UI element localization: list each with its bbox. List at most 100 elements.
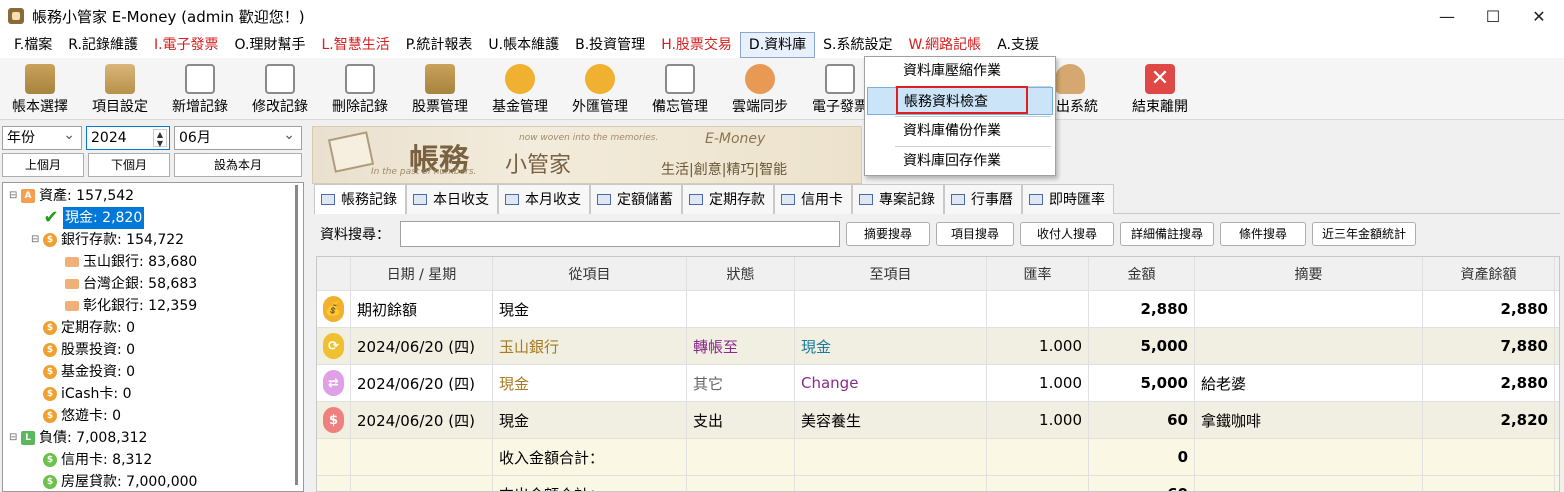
table-row[interactable]: ⟳ 2024/06/20 (四) 玉山銀行 轉帳至 現金 1.000 5,000 7,880 [317, 328, 1559, 365]
tab-4[interactable]: 定期存款 [682, 184, 774, 214]
tree-node[interactable]: $ 信用卡: 8,312 [31, 449, 152, 471]
toolbar-button-1[interactable]: 項目設定 [80, 60, 160, 118]
tab-8[interactable]: 即時匯率 [1022, 184, 1114, 214]
spinner-arrows-icon[interactable]: ▲ ▼ [153, 129, 167, 148]
table-row[interactable]: $2024/06/20 (四) 現金 支出 美容養生 1.000 60 拿鐵咖啡 2,820 [317, 402, 1559, 439]
tree-node[interactable]: ⊟ A 資產: 157,542 [9, 185, 134, 207]
menu-5[interactable]: P.統計報表 [398, 32, 481, 58]
toolbar-button-5[interactable]: 股票管理 [400, 60, 480, 118]
toolbar-button-2[interactable]: 新增記錄 [160, 60, 240, 118]
tab-0[interactable]: 帳務記錄 [314, 184, 406, 214]
menu-9[interactable]: D.資料庫 [739, 32, 816, 58]
menu-3[interactable]: O.理財幫手 [227, 32, 314, 58]
app-logo-icon [8, 8, 24, 24]
toolbar-button-8[interactable]: 備忘管理 [640, 60, 720, 118]
toolbar-button-3[interactable]: 修改記錄 [240, 60, 320, 118]
toolbar-button-9[interactable]: 雲端同步 [720, 60, 800, 118]
tree-toggle-icon[interactable]: ⊟ [31, 229, 41, 251]
tree-toggle-icon[interactable]: ⊟ [9, 185, 19, 207]
search-label: 資料搜尋： [320, 227, 390, 243]
menu-8[interactable]: H.股票交易 [653, 32, 740, 58]
menu-12[interactable]: A.支援 [989, 32, 1047, 58]
table-row[interactable]: 💰 期初餘額 現金 2,880 2,880 [317, 291, 1559, 328]
tab-3[interactable]: 定額儲蓄 [590, 184, 682, 214]
column-header[interactable]: 從項目 [493, 257, 687, 290]
account-type-icon: ✔ [43, 207, 59, 228]
menu-6[interactable]: U.帳本維護 [480, 32, 567, 58]
tree-node[interactable]: $ 定期存款: 0 [31, 317, 135, 339]
close-window-button[interactable]: ✕ [1516, 0, 1562, 32]
tree-node[interactable]: 台灣企銀: 58,683 [53, 273, 197, 295]
cell-amount: 60 [1089, 476, 1195, 491]
column-header[interactable]: 狀態 [687, 257, 795, 290]
search-button-3[interactable]: 詳細備註搜尋 [1120, 222, 1214, 246]
column-header[interactable]: 資產餘額 [1423, 257, 1555, 290]
search-button-0[interactable]: 摘要搜尋 [846, 222, 930, 246]
period-type-select[interactable]: 年份 [2, 124, 82, 150]
table-row[interactable]: 收入金額合計： 0 [317, 439, 1559, 476]
menu-1[interactable]: R.記錄維護 [60, 32, 146, 58]
menu-item-db-compress[interactable]: 資料庫壓縮作業 [867, 57, 1053, 85]
set-current-month-button[interactable]: 設為本月 [174, 153, 302, 177]
column-header[interactable]: 至項目 [795, 257, 987, 290]
tab-7[interactable]: 行事曆 [944, 184, 1022, 214]
tab-label: 本日收支 [433, 191, 489, 208]
minimize-button[interactable]: — [1424, 0, 1470, 32]
next-month-button[interactable]: 下個月 [88, 153, 170, 177]
tree-node-label: 悠遊卡: 0 [61, 408, 122, 424]
menu-item-db-restore[interactable]: 資料庫回存作業 [867, 147, 1053, 175]
month-select[interactable]: 06月 [174, 124, 302, 150]
tab-2[interactable]: 本月收支 [498, 184, 590, 214]
tree-node[interactable]: $ 房屋貸款: 7,000,000 [31, 471, 197, 491]
year-spinner[interactable]: 2024 ▲ ▼ [86, 126, 170, 150]
tree-node[interactable]: $ 股票投資: 0 [31, 339, 135, 361]
toolbar-button-6[interactable]: 基金管理 [480, 60, 560, 118]
tree-node[interactable]: $ 悠遊卡: 0 [31, 405, 121, 427]
toolbar-button-12[interactable]: ✕ 結束離開 [1120, 60, 1200, 118]
search-button-5[interactable]: 近三年金額統計 [1312, 222, 1416, 246]
menu-item-db-backup[interactable]: 資料庫備份作業 [867, 117, 1053, 145]
cell-from: 支出金額合計： [493, 476, 687, 491]
toolbar-button-4[interactable]: 刪除記錄 [320, 60, 400, 118]
tree-node[interactable]: $ 基金投資: 0 [31, 361, 135, 383]
prev-month-button[interactable]: 上個月 [2, 153, 84, 177]
maximize-button[interactable]: ☐ [1470, 0, 1516, 32]
menu-10[interactable]: S.系統設定 [815, 32, 900, 58]
tab-5[interactable]: 信用卡 [774, 184, 852, 214]
menu-11[interactable]: W.網路記帳 [901, 32, 990, 58]
tree-toggle-icon[interactable]: ⊟ [9, 427, 19, 449]
tree-node[interactable]: 彰化銀行: 12,359 [53, 295, 197, 317]
search-button-2[interactable]: 收付人搜尋 [1020, 222, 1114, 246]
cell-balance: 2,820 [1423, 402, 1555, 438]
menu-7[interactable]: B.投資管理 [567, 32, 653, 58]
tree-node[interactable]: 玉山銀行: 83,680 [53, 251, 197, 273]
table-row[interactable]: ⇄ 2024/06/20 (四) 現金 其它 Change 1.000 5,000 給老婆 2,… [317, 365, 1559, 402]
tab-6[interactable]: 專案記錄 [852, 184, 944, 214]
tree-scrollbar[interactable] [293, 185, 301, 485]
database-menu-dropdown: 資料庫壓縮作業 帳務資料檢查 資料庫備份作業 資料庫回存作業 [864, 56, 1056, 176]
column-header[interactable]: 摘要 [1195, 257, 1423, 290]
tab-label: 即時匯率 [1049, 191, 1105, 208]
table-row[interactable]: 支出金額合計： 60 [317, 476, 1559, 491]
tree-node[interactable]: ✔ 現金: 2,820 [31, 207, 145, 229]
banner: 帳務 小管家 now woven into the memories. In t… [312, 126, 862, 184]
column-header[interactable]: 日期 / 星期 [351, 257, 493, 290]
account-tree[interactable]: ⊟ A 資產: 157,542 ✔ 現金: 2,820 ⊟ $ 銀行存款: 154,722 玉山… [2, 182, 304, 492]
toolbar-button-0[interactable]: 帳本選擇 [0, 60, 80, 118]
menu-4[interactable]: L.智慧生活 [313, 32, 397, 58]
search-button-4[interactable]: 條件搜尋 [1220, 222, 1306, 246]
search-button-1[interactable]: 項目搜尋 [936, 222, 1014, 246]
tree-node[interactable]: ⊟ L 負債: 7,008,312 [9, 427, 147, 449]
search-input[interactable] [400, 221, 840, 247]
menu-0[interactable]: F.檔案 [6, 32, 60, 58]
tree-node[interactable]: ⊟ $ 銀行存款: 154,722 [31, 229, 184, 251]
column-header[interactable]: 金額 [1089, 257, 1195, 290]
menu-2[interactable]: I.電子發票 [146, 32, 227, 58]
year-value: 2024 [91, 130, 127, 146]
tree-node[interactable]: $ iCash卡: 0 [31, 383, 132, 405]
column-header[interactable] [317, 257, 351, 290]
tab-1[interactable]: 本日收支 [406, 184, 498, 214]
cell-status [687, 476, 795, 491]
column-header[interactable]: 匯率 [987, 257, 1089, 290]
toolbar-button-7[interactable]: 外匯管理 [560, 60, 640, 118]
